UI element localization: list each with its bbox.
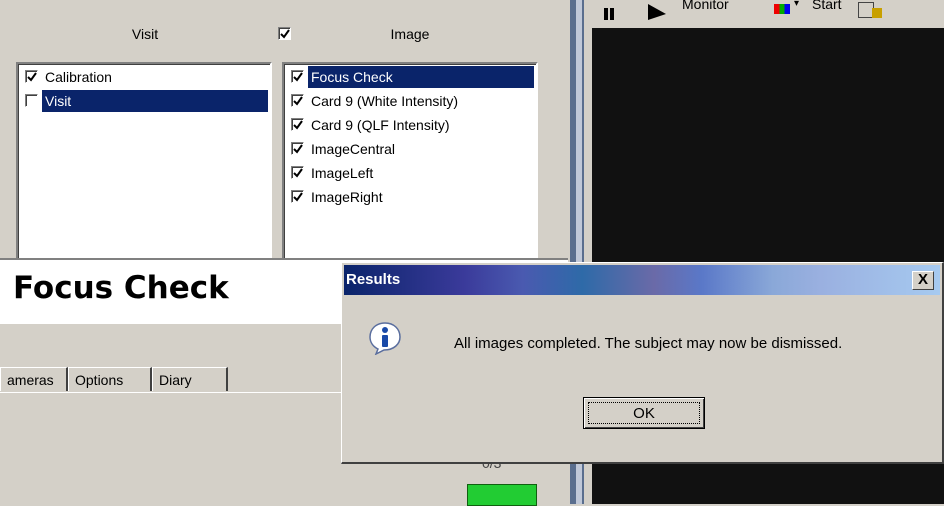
image-column-header: Image — [390, 26, 430, 42]
image-list[interactable]: Focus Check Card 9 (White Intensity) Car… — [282, 62, 538, 262]
list-item[interactable]: Card 9 (QLF Intensity) — [286, 114, 534, 136]
tab-cameras[interactable]: ameras — [0, 367, 68, 391]
list-item[interactable]: ImageRight — [286, 186, 534, 208]
image-header-checkbox[interactable] — [278, 27, 291, 40]
dialog-titlebar[interactable]: Results X — [344, 265, 940, 295]
selection-highlight — [42, 90, 268, 112]
checkbox[interactable] — [291, 94, 304, 107]
list-item-label: Card 9 (QLF Intensity) — [311, 117, 450, 133]
checkbox[interactable] — [25, 70, 38, 83]
tab-label: ameras — [7, 372, 54, 388]
list-item[interactable]: ImageCentral — [286, 138, 534, 160]
list-item-label: Visit — [45, 93, 72, 109]
play-icon[interactable] — [646, 2, 668, 22]
visit-column-header: Visit — [131, 26, 159, 42]
lock-icon — [872, 8, 882, 18]
color-palette-icon[interactable] — [774, 4, 790, 14]
list-item[interactable]: Card 9 (White Intensity) — [286, 90, 534, 112]
list-item[interactable]: ImageLeft — [286, 162, 534, 184]
visit-list[interactable]: Calibration Visit — [16, 62, 272, 262]
current-image-title: Focus Check — [13, 270, 229, 306]
list-item-label: Calibration — [45, 69, 112, 85]
list-item-label: ImageLeft — [311, 165, 374, 181]
ok-button-label: OK — [588, 402, 700, 424]
close-button[interactable]: X — [912, 271, 934, 290]
tab-label: Diary — [159, 372, 192, 388]
list-item[interactable]: Calibration — [20, 66, 268, 88]
tab-options[interactable]: Options — [68, 367, 152, 391]
pause-icon[interactable] — [604, 8, 614, 20]
list-item-label: ImageRight — [311, 189, 383, 205]
monitor-toolbar: Monitor ▾ Start — [590, 0, 944, 28]
list-item-label: ImageCentral — [311, 141, 396, 157]
tab-label: Options — [75, 372, 124, 388]
list-item-label: Focus Check — [308, 66, 396, 88]
list-item[interactable]: Focus Check — [286, 66, 534, 88]
tab-diary[interactable]: Diary — [152, 367, 228, 391]
dropdown-arrow-icon[interactable]: ▾ — [794, 0, 799, 9]
info-icon — [369, 322, 401, 355]
checkbox[interactable] — [25, 94, 38, 107]
dialog-message: All images completed. The subject may no… — [454, 335, 843, 352]
monitor-label[interactable]: Monitor — [682, 0, 729, 12]
start-label[interactable]: Start — [812, 0, 842, 12]
checkbox[interactable] — [291, 142, 304, 155]
checkbox[interactable] — [291, 166, 304, 179]
checkbox[interactable] — [291, 70, 304, 83]
results-dialog: Results X All images completed. The subj… — [341, 262, 944, 464]
list-item[interactable]: Visit — [20, 90, 268, 112]
dialog-title: Results — [346, 271, 401, 288]
checkbox[interactable] — [291, 118, 304, 131]
status-indicator — [467, 484, 537, 506]
ok-button[interactable]: OK — [583, 397, 705, 429]
checkbox[interactable] — [291, 190, 304, 203]
list-item-label: Card 9 (White Intensity) — [311, 93, 459, 109]
